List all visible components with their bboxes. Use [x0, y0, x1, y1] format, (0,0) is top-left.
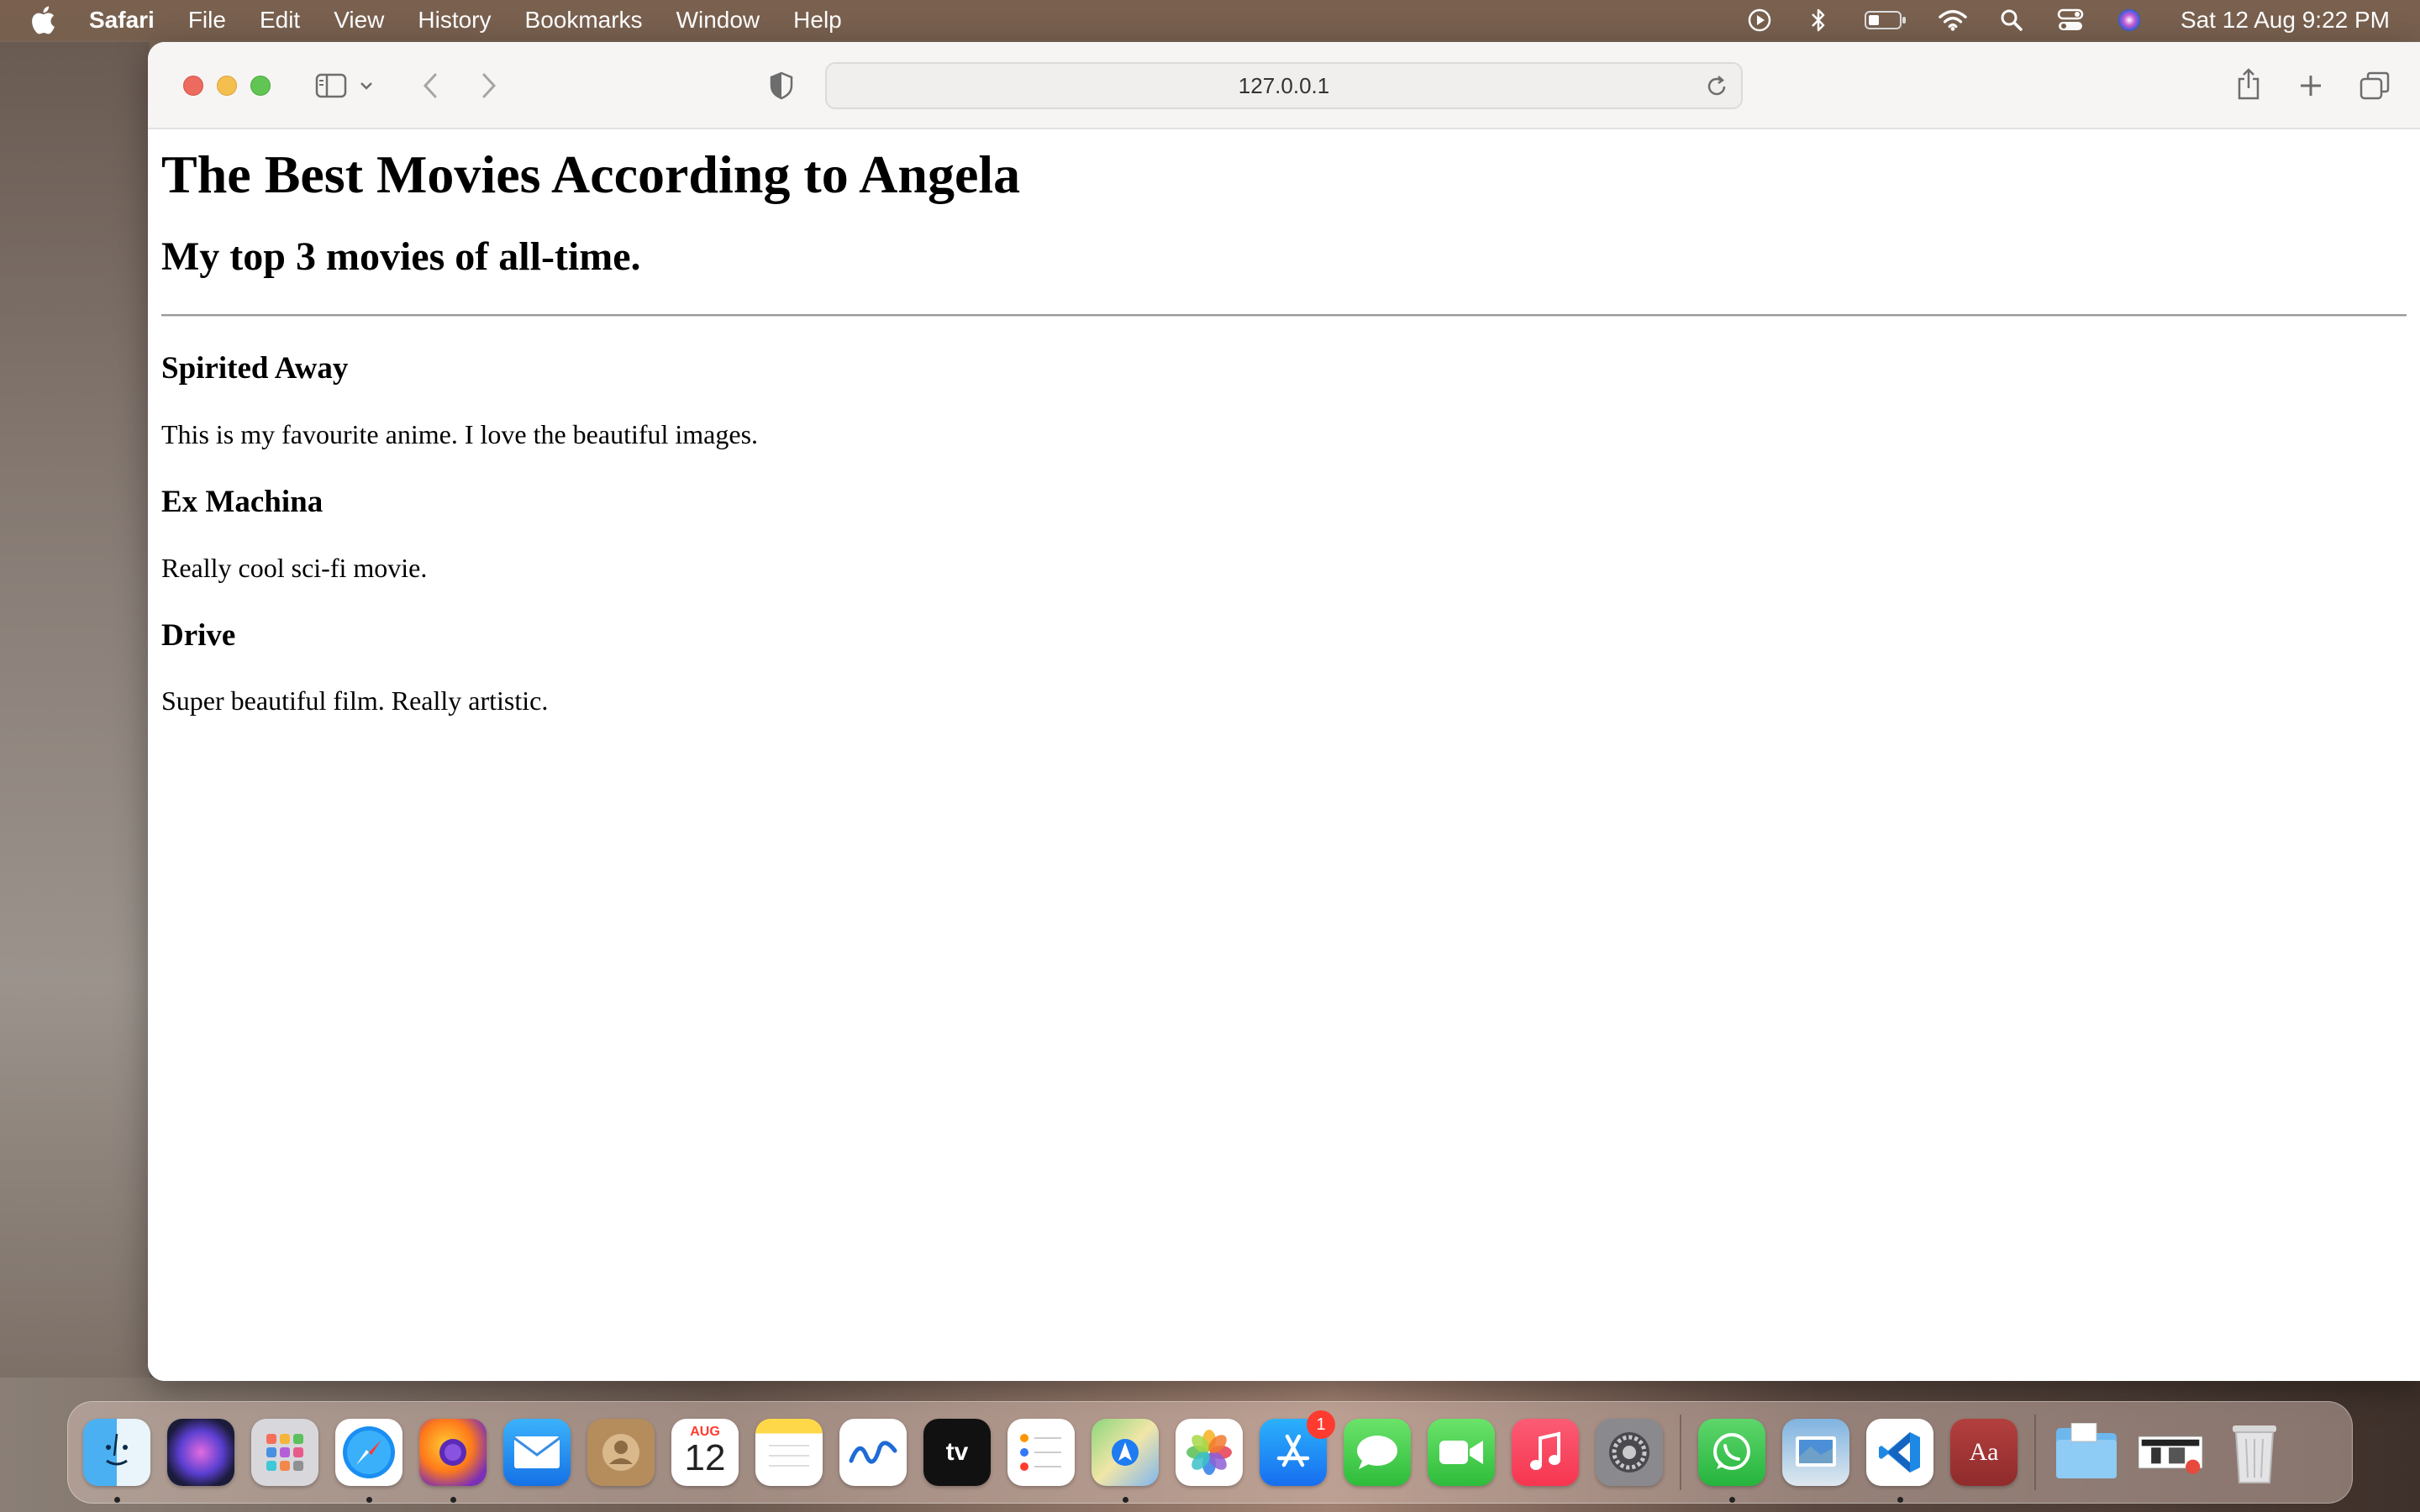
- movie-title: Spirited Away: [161, 351, 349, 386]
- share-icon[interactable]: [2232, 64, 2265, 104]
- spotlight-search-icon[interactable]: [1997, 6, 2026, 34]
- menu-bar: Safari File Edit View History Bookmarks …: [0, 0, 2420, 40]
- facetime-icon[interactable]: [1428, 1419, 1495, 1486]
- firefox-icon[interactable]: [419, 1419, 487, 1503]
- safari-app-icon[interactable]: [335, 1419, 402, 1503]
- messages-icon[interactable]: [1344, 1419, 1411, 1486]
- mail-icon[interactable]: [503, 1419, 571, 1486]
- address-bar-url: 127.0.0.1: [1238, 72, 1330, 98]
- dock-separator: [1680, 1415, 1681, 1490]
- trash-icon[interactable]: [2221, 1419, 2288, 1486]
- vscode-icon[interactable]: [1866, 1419, 1933, 1503]
- new-tab-icon[interactable]: [2294, 69, 2328, 102]
- apple-menu-icon[interactable]: [30, 3, 59, 37]
- menu-view[interactable]: View: [334, 7, 384, 34]
- address-bar[interactable]: 127.0.0.1: [825, 62, 1743, 109]
- finder-icon[interactable]: [83, 1419, 150, 1503]
- page-title: The Best Movies According to Angela: [161, 144, 1021, 204]
- safari-window: 127.0.0.1 The Best Movies According to A…: [148, 42, 2420, 1381]
- privacy-shield-icon[interactable]: [766, 71, 797, 101]
- bluetooth-icon[interactable]: [1804, 6, 1833, 34]
- recent-screenshot-icon[interactable]: [2137, 1419, 2204, 1486]
- dock: AUG 12 tv 1 Aa: [67, 1401, 2353, 1504]
- dictionary-icon[interactable]: Aa: [1950, 1419, 2018, 1486]
- app-store-icon[interactable]: 1: [1260, 1410, 1335, 1486]
- control-center-icon[interactable]: [2056, 6, 2085, 34]
- calendar-icon[interactable]: AUG 12: [671, 1419, 739, 1486]
- launchpad-icon[interactable]: [251, 1419, 318, 1486]
- dock-separator: [2034, 1415, 2036, 1490]
- maximize-window-button[interactable]: [250, 76, 271, 96]
- maps-icon[interactable]: [1092, 1419, 1159, 1503]
- music-icon[interactable]: [1512, 1419, 1579, 1486]
- movie-title: Ex Machina: [161, 485, 324, 520]
- contacts-icon[interactable]: [587, 1419, 655, 1486]
- app-store-badge: 1: [1307, 1410, 1335, 1439]
- photos-icon[interactable]: [1176, 1419, 1243, 1486]
- menu-bookmarks[interactable]: Bookmarks: [525, 7, 643, 34]
- now-playing-icon[interactable]: [1745, 6, 1774, 34]
- apple-tv-icon[interactable]: tv: [923, 1419, 991, 1486]
- movie-description: Really cool sci-fi movie.: [161, 552, 428, 583]
- menu-bar-clock[interactable]: Sat 12 Aug 9:22 PM: [2181, 7, 2390, 34]
- browser-toolbar: 127.0.0.1: [148, 42, 2420, 129]
- siri-icon[interactable]: [2115, 6, 2144, 34]
- movie-description: Super beautiful film. Really artistic.: [161, 685, 549, 717]
- system-settings-icon[interactable]: [1596, 1419, 1663, 1486]
- wifi-icon[interactable]: [1939, 6, 1967, 34]
- calendar-day: 12: [684, 1437, 726, 1478]
- sidebar-toggle-icon[interactable]: [313, 69, 350, 102]
- menu-history[interactable]: History: [418, 7, 491, 34]
- reload-icon[interactable]: [1704, 74, 1729, 99]
- page-subtitle: My top 3 movies of all-time.: [161, 234, 641, 279]
- desktop-wallpaper: [0, 42, 150, 1386]
- minimize-window-button[interactable]: [217, 76, 237, 96]
- preview-icon[interactable]: [1782, 1419, 1849, 1486]
- menu-edit[interactable]: Edit: [260, 7, 300, 34]
- close-window-button[interactable]: [183, 76, 203, 96]
- battery-icon[interactable]: [1863, 6, 1908, 34]
- movie-description: This is my favourite anime. I love the b…: [161, 418, 759, 449]
- menu-help[interactable]: Help: [793, 7, 842, 34]
- freeform-icon[interactable]: [839, 1419, 907, 1486]
- siri-app-icon[interactable]: [167, 1419, 234, 1486]
- web-page-content: The Best Movies According to Angela My t…: [148, 131, 2420, 1381]
- apple-tv-label: tv: [945, 1438, 969, 1466]
- tab-overview-icon[interactable]: [2356, 67, 2393, 104]
- menu-window[interactable]: Window: [676, 7, 760, 34]
- menu-app-name[interactable]: Safari: [89, 7, 155, 34]
- menu-file[interactable]: File: [188, 7, 226, 34]
- downloads-folder-icon[interactable]: [2053, 1419, 2120, 1486]
- reminders-icon[interactable]: [1007, 1419, 1075, 1486]
- back-arrow-icon[interactable]: [413, 69, 447, 102]
- dictionary-label: Aa: [1969, 1438, 1999, 1466]
- movie-title: Drive: [161, 617, 236, 653]
- notes-icon[interactable]: [755, 1419, 823, 1486]
- horizontal-rule: [161, 314, 2407, 318]
- forward-arrow-icon[interactable]: [472, 69, 506, 102]
- whatsapp-icon[interactable]: [1698, 1419, 1765, 1503]
- chevron-down-icon[interactable]: [356, 76, 376, 96]
